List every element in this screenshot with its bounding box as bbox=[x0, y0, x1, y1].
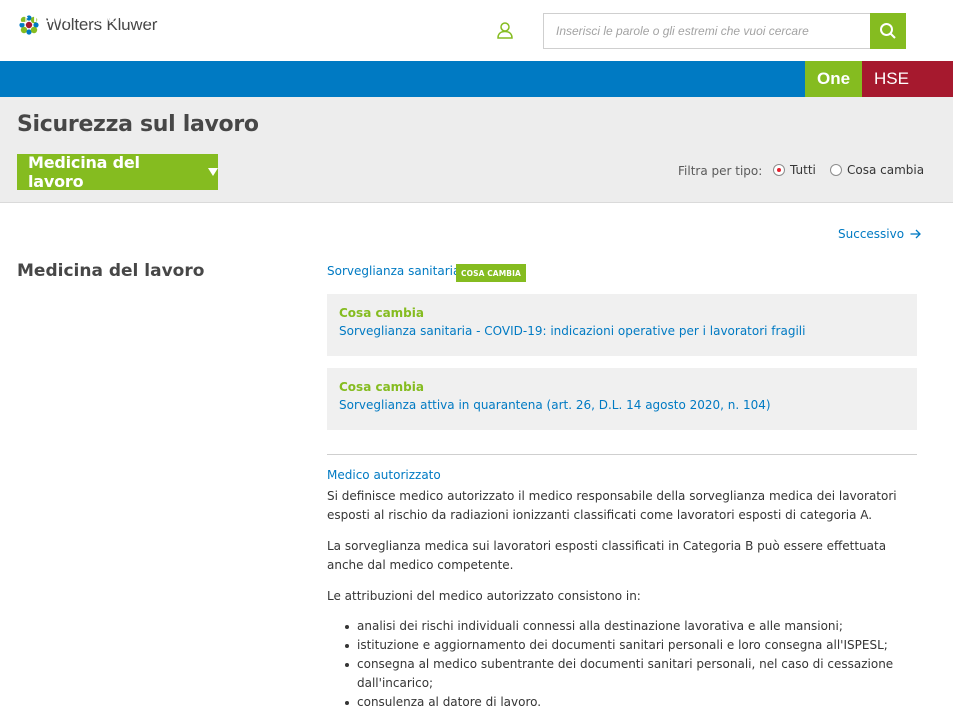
next-link[interactable]: Successivo bbox=[838, 227, 922, 241]
home-icon bbox=[18, 12, 28, 24]
user-icon[interactable] bbox=[496, 21, 514, 39]
page-title: Sicurezza sul lavoro bbox=[17, 112, 259, 137]
search-button[interactable] bbox=[870, 13, 906, 49]
definition-title-link[interactable]: Medico autorizzato bbox=[327, 468, 441, 482]
filter-option-label: Cosa cambia bbox=[847, 163, 925, 177]
search-icon bbox=[880, 23, 896, 39]
nav-argomenti-label: Argomenti bbox=[231, 11, 294, 25]
radio-selected-icon bbox=[773, 164, 785, 176]
next-link-label: Successivo bbox=[838, 227, 905, 241]
topic-dropdown-label: Medicina del lavoro bbox=[28, 153, 140, 191]
filter-label: Filtra per tipo: bbox=[678, 164, 763, 178]
nav-ricerca-label: Ricerca per estremi bbox=[89, 11, 207, 25]
card-link[interactable]: Sorveglianza attiva in quarantena (art. … bbox=[339, 398, 905, 412]
arrow-right-icon bbox=[910, 229, 922, 239]
search-input[interactable] bbox=[543, 13, 871, 49]
list-item: consulenza al datore di lavoro. bbox=[345, 693, 917, 712]
nav-argomenti[interactable]: Argomenti bbox=[231, 0, 306, 36]
list-item: istituzione e aggiornamento dei document… bbox=[345, 636, 917, 655]
topic-dropdown[interactable]: Medicina del lavoro bbox=[17, 153, 218, 191]
list-item: analisi dei rischi individuali connessi … bbox=[345, 617, 917, 636]
brand-one-tab[interactable]: One bbox=[805, 61, 862, 97]
paragraph: Si definisce medico autorizzato il medic… bbox=[327, 489, 897, 522]
card-kicker: Cosa cambia bbox=[339, 306, 424, 320]
list-item: consegna al medico subentrante dei docum… bbox=[345, 655, 917, 693]
update-card: Cosa cambia Sorveglianza sanitaria - COV… bbox=[327, 294, 917, 356]
attributions-list: analisi dei rischi individuali connessi … bbox=[345, 617, 917, 712]
filter-option-label: Tutti bbox=[790, 163, 816, 177]
card-link[interactable]: Sorveglianza sanitaria - COVID-19: indic… bbox=[339, 324, 905, 338]
card-kicker: Cosa cambia bbox=[339, 380, 424, 394]
caret-down-icon bbox=[208, 168, 218, 176]
divider bbox=[327, 454, 917, 455]
chevron-down-icon bbox=[296, 11, 306, 21]
brand-hse-tab[interactable]: HSE bbox=[862, 61, 953, 97]
radio-unselected-icon bbox=[830, 164, 842, 176]
cosa-cambia-badge: COSA CAMBIA bbox=[456, 264, 526, 282]
filter-radio-tutti[interactable]: Tutti bbox=[773, 163, 816, 177]
filter-radio-cosa-cambia[interactable]: Cosa cambia bbox=[830, 163, 924, 177]
nav-home[interactable]: Home bbox=[17, 0, 72, 36]
nav-ricerca-per-estremi[interactable]: Ricerca per estremi bbox=[89, 0, 218, 36]
section-link-sorveglianza[interactable]: Sorveglianza sanitaria bbox=[327, 264, 460, 278]
chevron-down-icon bbox=[209, 11, 218, 21]
update-card: Cosa cambia Sorveglianza attiva in quara… bbox=[327, 368, 917, 430]
section-heading: Medicina del lavoro bbox=[17, 261, 205, 281]
nav-home-label: Home bbox=[33, 11, 72, 25]
paragraph: Le attribuzioni del medico autorizzato c… bbox=[327, 589, 641, 603]
paragraph: La sorveglianza medica sui lavoratori es… bbox=[327, 539, 887, 572]
